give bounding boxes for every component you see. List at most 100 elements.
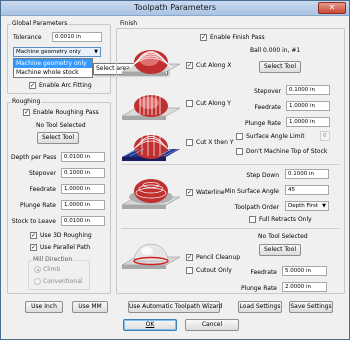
toolpath-order-label: Toolpath Order (234, 204, 279, 211)
pencil-feedrate-label: Feedrate (250, 269, 277, 276)
cut-along-x-preview-image (121, 50, 181, 76)
use-3d-roughing-label: Use 3D Roughing (40, 232, 92, 239)
roughing-select-tool-button[interactable]: Select Tool (37, 132, 79, 144)
toolpath-wizard-label: Use Automatic Toolpath Wizard (129, 303, 223, 310)
cut-along-x-checkbox[interactable]: ✓ (186, 62, 193, 69)
stock-to-leave-input[interactable]: 0.0100 in (61, 216, 105, 226)
toolpath-parameters-window: Toolpath Parameters ✕ Global Parameters … (0, 0, 350, 340)
surface-angle-limit-input[interactable]: 0 (320, 131, 330, 141)
roughing-label: Roughing (11, 98, 42, 105)
load-settings-label: Load Settings (239, 303, 281, 310)
step-down-input[interactable]: 0.1000 in (285, 169, 329, 179)
check-icon: ✓ (187, 254, 193, 261)
climb-label: Climb (43, 266, 61, 273)
roughing-plunge-label: Plunge Rate (19, 202, 56, 209)
enable-finish-checkbox[interactable]: ✓ (200, 34, 207, 41)
finish-plunge-input[interactable]: 1.0000 in (286, 117, 330, 127)
finish-label: Finish (119, 20, 139, 27)
full-retracts-label: Full Retracts Only (259, 216, 312, 223)
depth-per-pass-label: Depth per Pass (11, 154, 57, 161)
use-3d-roughing-checkbox[interactable]: ✓ (30, 232, 37, 239)
use-parallel-path-checkbox[interactable]: ✓ (30, 244, 37, 251)
check-icon: ✓ (187, 62, 193, 69)
use-mm-label: Use MM (78, 303, 102, 310)
waterline-checkbox[interactable]: ✓ (186, 189, 193, 196)
finish-tool-info: Ball 0.000 in, #1 (250, 47, 301, 54)
toolpath-wizard-button[interactable]: Use Automatic Toolpath Wizard (128, 301, 223, 313)
cut-along-y-checkbox[interactable] (186, 100, 193, 107)
ok-label: OK (145, 321, 155, 328)
pencil-select-tool-button[interactable]: Select Tool (259, 244, 301, 256)
machine-area-select[interactable]: Machine geometry only ▼ (13, 47, 101, 57)
pencil-feedrate-input[interactable]: 5.0000 in (282, 266, 327, 276)
dont-machine-top-label: Don't Machine Top of Stock (246, 148, 328, 155)
finish-feedrate-input[interactable]: 1.0000 in (286, 101, 330, 111)
cut-along-x-label: Cut Along X (196, 62, 232, 69)
cutout-only-checkbox[interactable] (186, 267, 193, 274)
step-down-label: Step Down (246, 172, 279, 179)
save-settings-label: Save Settings (290, 303, 332, 310)
pencil-plunge-label: Plunge Rate (240, 285, 277, 292)
surface-angle-limit-checkbox[interactable] (236, 133, 243, 140)
pencil-tool-status: No Tool Selected (258, 233, 308, 240)
waterline-label: Waterline (196, 189, 225, 196)
conventional-radio[interactable] (34, 278, 41, 285)
roughing-tool-status: No Tool Selected (36, 122, 86, 129)
machine-area-selected: Machine geometry only (16, 49, 81, 55)
pencil-plunge-input[interactable]: 2.0000 in (282, 282, 327, 292)
check-icon: ✓ (31, 232, 37, 239)
min-surface-angle-label: Min Surface Angle (224, 188, 279, 195)
dropdown-option-whole-stock[interactable]: Machine whole stock (14, 68, 92, 77)
ok-button[interactable]: OK (123, 319, 177, 331)
full-retracts-checkbox[interactable] (249, 216, 256, 223)
cut-x-then-y-preview-image (122, 133, 180, 161)
tolerance-label: Tolerance (13, 34, 42, 41)
save-settings-button[interactable]: Save Settings (289, 301, 333, 313)
cancel-label: Cancel (201, 321, 223, 328)
chevron-down-icon: ▼ (94, 49, 98, 55)
check-icon: ✓ (31, 244, 37, 251)
waterline-preview-image (121, 179, 181, 209)
global-parameters-label: Global Parameters (11, 20, 69, 27)
arc-fitting-checkbox[interactable]: ✓ (29, 82, 36, 89)
finish-separator-2 (121, 228, 340, 229)
use-mm-button[interactable]: Use MM (72, 301, 108, 313)
enable-finish-label: Enable Finish Pass (210, 34, 265, 41)
finish-stepover-input[interactable]: 0.1000 in (286, 85, 330, 95)
use-inch-label: Use Inch (31, 303, 57, 310)
climb-radio[interactable] (34, 266, 41, 273)
check-icon: ✓ (24, 109, 30, 116)
enable-roughing-checkbox[interactable]: ✓ (23, 109, 30, 116)
depth-per-pass-input[interactable]: 0.0100 in (61, 152, 105, 162)
toolpath-order-value: Depth First (288, 203, 319, 209)
roughing-stepover-input[interactable]: 0.1000 in (61, 168, 105, 178)
roughing-feedrate-label: Feedrate (29, 186, 56, 193)
mill-direction-label: Mill Direction (32, 256, 74, 263)
cut-along-y-preview-image (121, 94, 181, 120)
chevron-down-icon: ▼ (322, 203, 326, 209)
cut-x-then-y-checkbox[interactable] (186, 139, 193, 146)
pencil-cleanup-checkbox[interactable]: ✓ (186, 254, 193, 261)
title-bar[interactable]: Toolpath Parameters ✕ (1, 1, 349, 16)
roughing-feedrate-input[interactable]: 1.0000 in (61, 184, 105, 194)
mill-direction-group (28, 260, 90, 290)
load-settings-button[interactable]: Load Settings (238, 301, 282, 313)
finish-feedrate-label: Feedrate (254, 104, 281, 111)
toolpath-order-select[interactable]: Depth First ▼ (285, 201, 329, 211)
machine-area-dropdown: Machine geometry only Machine whole stoc… (13, 58, 93, 78)
cancel-button[interactable]: Cancel (185, 319, 239, 331)
finish-select-tool-button[interactable]: Select Tool (259, 61, 301, 73)
roughing-plunge-input[interactable]: 1.0000 in (61, 200, 105, 210)
finish-separator-1 (121, 164, 340, 165)
dont-machine-top-checkbox[interactable] (236, 148, 243, 155)
tolerance-input[interactable]: 0.0010 in (52, 32, 102, 42)
min-surface-angle-input[interactable]: 45 (285, 185, 329, 195)
dropdown-option-geometry[interactable]: Machine geometry only (14, 59, 92, 68)
arc-fitting-label: Enable Arc Fitting (39, 82, 92, 89)
check-icon: ✓ (187, 189, 193, 196)
cut-along-y-label: Cut Along Y (196, 100, 231, 107)
use-inch-button[interactable]: Use Inch (25, 301, 63, 313)
roughing-stepover-label: Stepover (28, 170, 56, 177)
pencil-cleanup-preview-image (121, 243, 181, 269)
close-button[interactable]: ✕ (318, 2, 346, 14)
